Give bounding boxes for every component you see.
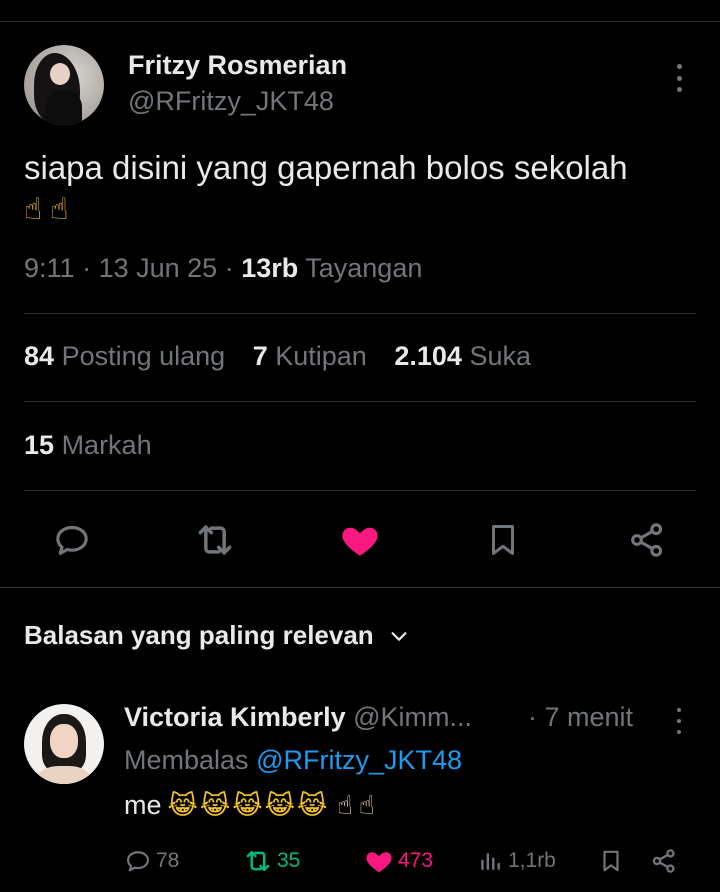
reply-author-avatar[interactable] (24, 704, 104, 784)
replies-sort-dropdown[interactable]: Balasan yang paling relevan (24, 620, 410, 651)
replying-to: Membalas @RFritzy_JKT48 (124, 745, 463, 775)
cat-emojis: 😹😹😹😹😹 (167, 791, 330, 821)
likes-stat[interactable]: 2.104 Suka (394, 341, 531, 371)
tweet-text: siapa disini yang gapernah bolos sekolah (24, 149, 628, 186)
reply-bookmark-button[interactable] (598, 846, 624, 876)
views-count: 13rb (241, 253, 299, 283)
views-count: 1,1rb (508, 849, 556, 872)
reply-icon (126, 851, 150, 872)
reply-more-options-icon[interactable] (672, 708, 686, 734)
share-icon[interactable] (625, 518, 669, 562)
top-divider (0, 21, 720, 22)
reply-retweet-button[interactable]: 35 (243, 846, 300, 876)
share-icon (652, 849, 675, 873)
heart-icon[interactable] (338, 518, 382, 562)
author-handle[interactable]: @RFritzy_JKT48 (128, 86, 334, 117)
reply-text: me 😹😹😹😹😹 ☝☝ (124, 790, 381, 821)
more-options-icon[interactable] (672, 64, 686, 92)
like-count: 473 (398, 849, 434, 872)
tweet-meta: 9:11 · 13 Jun 25 · 13rb Tayangan (24, 253, 423, 283)
retweet-count: 35 (277, 849, 301, 872)
reply-author-handle[interactable]: @Kimm... (353, 702, 472, 732)
tweet-emoji: ☝☝ (24, 192, 77, 227)
divider (24, 401, 696, 402)
retweet-icon[interactable] (193, 518, 237, 562)
reply-like-button[interactable]: 473 (364, 846, 433, 876)
hand-emojis: ☝☝ (336, 791, 381, 821)
retweet-icon (246, 851, 270, 871)
reply-header: Victoria Kimberly @Kimm... (124, 702, 472, 733)
replies-sort-label: Balasan yang paling relevan (24, 620, 374, 650)
reply-reply-button[interactable]: 78 (124, 846, 179, 876)
reposts-stat[interactable]: 84 Posting ulang (24, 341, 225, 371)
reply-time[interactable]: · 7 menit (528, 702, 633, 733)
tweet-date[interactable]: 13 Jun 25 (99, 253, 218, 283)
reply-count: 78 (156, 849, 180, 872)
divider (24, 490, 696, 491)
section-divider (0, 587, 720, 588)
replying-to-link[interactable]: @RFritzy_JKT48 (256, 745, 462, 775)
reply-author-name[interactable]: Victoria Kimberly (124, 702, 346, 732)
chevron-down-icon (391, 631, 407, 641)
reply-views-button[interactable]: 1,1rb (478, 846, 556, 876)
author-avatar[interactable] (24, 45, 104, 125)
author-name[interactable]: Fritzy Rosmerian (128, 50, 347, 81)
tweet-time[interactable]: 9:11 (24, 253, 75, 283)
quotes-stat[interactable]: 7 Kutipan (253, 341, 367, 371)
reply-share-button[interactable] (650, 846, 678, 876)
bookmark-icon (603, 850, 619, 872)
views-icon (481, 853, 500, 870)
bookmark-icon[interactable] (481, 518, 525, 562)
divider (24, 313, 696, 314)
reply-icon[interactable] (50, 518, 94, 562)
heart-icon (366, 852, 392, 873)
engagement-stats: 84 Posting ulang 7 Kutipan 2.104 Suka (24, 341, 551, 372)
bookmarks-stat: 15 Markah (24, 430, 152, 460)
views-label: Tayangan (305, 253, 423, 283)
